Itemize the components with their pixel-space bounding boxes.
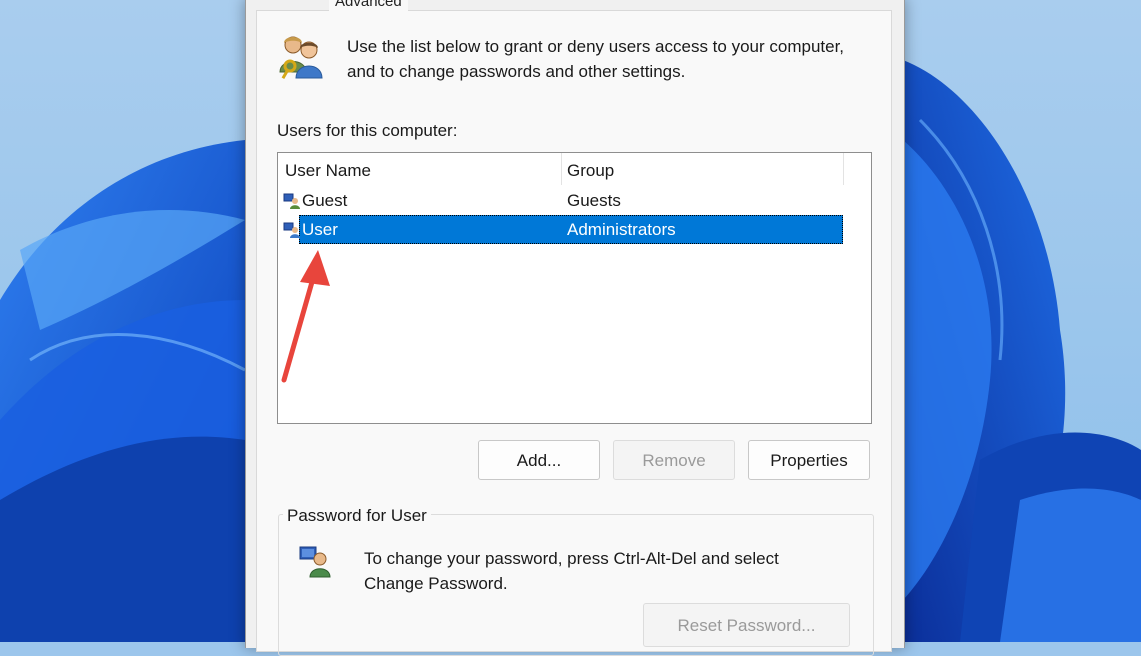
intro-text-line1: Use the list below to grant or deny user… bbox=[347, 37, 845, 56]
row-group: Administrators bbox=[567, 220, 676, 239]
users-list[interactable]: User Name Group Guest Guests User Admini… bbox=[277, 152, 872, 424]
column-divider[interactable] bbox=[843, 153, 844, 185]
password-text-line1: To change your password, press Ctrl-Alt-… bbox=[364, 549, 779, 568]
table-row-guest[interactable]: Guest Guests bbox=[278, 186, 843, 215]
row-group: Guests bbox=[567, 191, 621, 210]
column-header-user-name[interactable]: User Name bbox=[285, 153, 371, 185]
user-password-icon bbox=[299, 546, 331, 578]
password-group-title: Password for User bbox=[283, 503, 431, 528]
users-key-icon bbox=[279, 36, 323, 80]
add-button[interactable]: Add... bbox=[478, 440, 600, 480]
password-text-line2: Change Password. bbox=[364, 574, 508, 593]
annotation-arrow bbox=[281, 250, 330, 383]
properties-button[interactable]: Properties bbox=[748, 440, 870, 480]
user-monitor-icon bbox=[283, 193, 300, 209]
tab-advanced[interactable]: Advanced bbox=[329, 0, 408, 11]
reset-password-button[interactable]: Reset Password... bbox=[643, 603, 850, 647]
row-user-name: Guest bbox=[302, 191, 348, 210]
column-header-group[interactable]: Group bbox=[567, 153, 614, 185]
intro-text-line2: and to change passwords and other settin… bbox=[347, 62, 686, 81]
table-row-user[interactable]: User Administrators bbox=[278, 215, 843, 244]
column-divider[interactable] bbox=[561, 153, 562, 185]
remove-button[interactable]: Remove bbox=[613, 440, 735, 480]
user-monitor-icon bbox=[283, 222, 300, 238]
users-list-label: Users for this computer: bbox=[277, 121, 458, 140]
